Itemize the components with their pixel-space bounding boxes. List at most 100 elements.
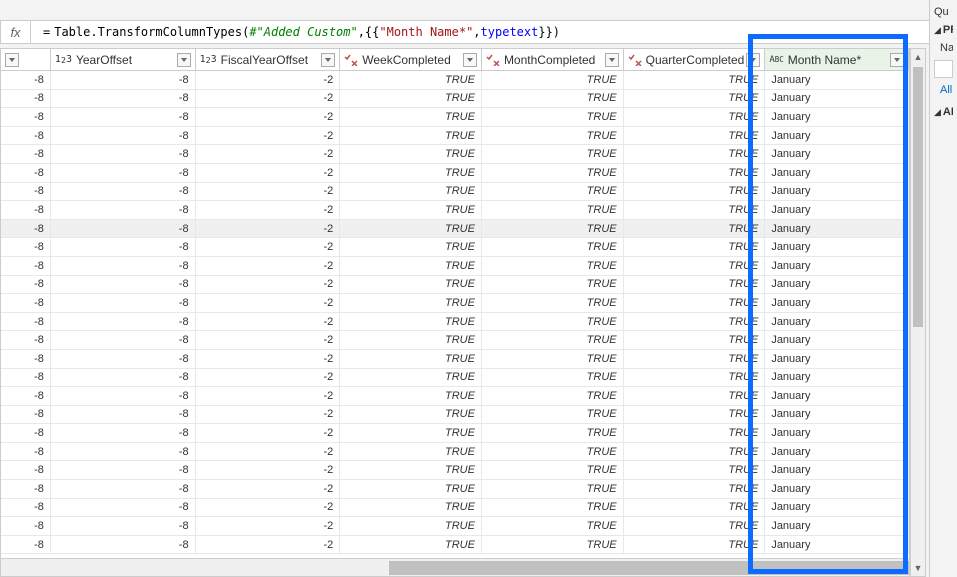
- number-type-icon: 123: [200, 54, 217, 65]
- table-row[interactable]: -8-8-2TRUETRUETRUEJanuary: [1, 350, 909, 369]
- table-row[interactable]: -8-8-2TRUETRUETRUEJanuary: [1, 276, 909, 295]
- cell: -8: [51, 108, 196, 126]
- queries-label: Qu: [934, 6, 953, 18]
- column-label: WeekCompleted: [362, 53, 463, 67]
- all-properties-link[interactable]: All: [934, 84, 953, 96]
- cell: -2: [196, 499, 341, 517]
- table-row[interactable]: -8-8-2TRUETRUETRUEJanuary: [1, 406, 909, 425]
- formula-end: }}): [538, 25, 560, 39]
- cell: -2: [196, 406, 341, 424]
- table-row[interactable]: -8-8-2TRUETRUETRUEJanuary: [1, 238, 909, 257]
- cell: -8: [51, 183, 196, 201]
- cell: TRUE: [624, 424, 766, 442]
- cell: -8: [1, 499, 51, 517]
- horizontal-scrollbar[interactable]: [1, 558, 909, 576]
- data-rows-area[interactable]: -8-8-2TRUETRUETRUEJanuary-8-8-2TRUETRUET…: [1, 71, 909, 558]
- vertical-scrollbar[interactable]: ▲ ▼: [910, 48, 926, 577]
- horizontal-scroll-thumb[interactable]: [389, 561, 909, 575]
- table-row[interactable]: -8-8-2TRUETRUETRUEJanuary: [1, 127, 909, 146]
- formula-input[interactable]: = Table.TransformColumnTypes( #"Added Cu…: [31, 21, 956, 43]
- cell: TRUE: [340, 443, 482, 461]
- table-row[interactable]: -8-8-2TRUETRUETRUEJanuary: [1, 220, 909, 239]
- table-row[interactable]: -8-8-2TRUETRUETRUEJanuary: [1, 536, 909, 555]
- table-row[interactable]: -8-8-2TRUETRUETRUEJanuary: [1, 461, 909, 480]
- column-header-monthname[interactable]: ABCMonth Name*: [765, 49, 909, 70]
- column-header-stub[interactable]: [1, 49, 51, 70]
- column-header-weekcompleted[interactable]: WeekCompleted: [340, 49, 482, 70]
- cell: TRUE: [340, 499, 482, 517]
- cell: January: [765, 183, 909, 201]
- scroll-down-icon[interactable]: ▼: [911, 560, 925, 576]
- cell: -8: [1, 108, 51, 126]
- cell: -2: [196, 276, 341, 294]
- cell: TRUE: [624, 127, 766, 145]
- cell: -2: [196, 443, 341, 461]
- cell: TRUE: [482, 369, 624, 387]
- applied-steps-section[interactable]: ◢AP: [934, 106, 953, 118]
- cell: TRUE: [624, 461, 766, 479]
- table-row[interactable]: -8-8-2TRUETRUETRUEJanuary: [1, 164, 909, 183]
- column-filter-button[interactable]: [463, 53, 477, 67]
- formula-sep: ,{{: [358, 25, 380, 39]
- column-filter-button[interactable]: [177, 53, 191, 67]
- column-filter-button[interactable]: [321, 53, 335, 67]
- column-header-yearoffset[interactable]: 123YearOffset: [51, 49, 196, 70]
- number-type-icon: 123: [55, 54, 72, 65]
- column-filter-button[interactable]: [5, 53, 19, 67]
- cell: -8: [1, 90, 51, 108]
- table-row[interactable]: -8-8-2TRUETRUETRUEJanuary: [1, 257, 909, 276]
- cell: TRUE: [482, 201, 624, 219]
- fx-icon[interactable]: fx: [1, 21, 31, 43]
- name-input[interactable]: [934, 60, 953, 78]
- cell: TRUE: [340, 461, 482, 479]
- table-row[interactable]: -8-8-2TRUETRUETRUEJanuary: [1, 71, 909, 90]
- table-row[interactable]: -8-8-2TRUETRUETRUEJanuary: [1, 145, 909, 164]
- column-header-fiscalyearoffset[interactable]: 123FiscalYearOffset: [196, 49, 341, 70]
- cell: -8: [51, 220, 196, 238]
- cell: TRUE: [482, 331, 624, 349]
- cell: -8: [1, 424, 51, 442]
- cell: -8: [51, 201, 196, 219]
- vertical-scroll-thumb[interactable]: [913, 67, 923, 327]
- table-row[interactable]: -8-8-2TRUETRUETRUEJanuary: [1, 183, 909, 202]
- table-row[interactable]: -8-8-2TRUETRUETRUEJanuary: [1, 108, 909, 127]
- cell: January: [765, 480, 909, 498]
- column-header-row: 123YearOffset123FiscalYearOffset WeekComp…: [1, 49, 909, 71]
- cell: -8: [1, 238, 51, 256]
- cell: TRUE: [482, 276, 624, 294]
- cell: TRUE: [624, 406, 766, 424]
- table-row[interactable]: -8-8-2TRUETRUETRUEJanuary: [1, 90, 909, 109]
- table-row[interactable]: -8-8-2TRUETRUETRUEJanuary: [1, 294, 909, 313]
- formula-keyword-text: text: [509, 25, 538, 39]
- cell: -8: [1, 369, 51, 387]
- column-header-monthcompleted[interactable]: MonthCompleted: [482, 49, 624, 70]
- column-filter-button[interactable]: [605, 53, 619, 67]
- cell: January: [765, 406, 909, 424]
- table-row[interactable]: -8-8-2TRUETRUETRUEJanuary: [1, 313, 909, 332]
- cell: TRUE: [482, 220, 624, 238]
- column-filter-button[interactable]: [890, 53, 904, 67]
- column-filter-button[interactable]: [746, 53, 760, 67]
- column-label: MonthCompleted: [504, 53, 605, 67]
- table-row[interactable]: -8-8-2TRUETRUETRUEJanuary: [1, 480, 909, 499]
- table-row[interactable]: -8-8-2TRUETRUETRUEJanuary: [1, 443, 909, 462]
- table-row[interactable]: -8-8-2TRUETRUETRUEJanuary: [1, 387, 909, 406]
- cell: TRUE: [340, 313, 482, 331]
- properties-section[interactable]: ◢PR: [934, 24, 953, 36]
- cell: -8: [1, 201, 51, 219]
- table-row[interactable]: -8-8-2TRUETRUETRUEJanuary: [1, 201, 909, 220]
- cell: -2: [196, 238, 341, 256]
- cell: -2: [196, 164, 341, 182]
- column-header-quartercompleted[interactable]: QuarterCompleted: [624, 49, 766, 70]
- table-row[interactable]: -8-8-2TRUETRUETRUEJanuary: [1, 369, 909, 388]
- cell: TRUE: [482, 108, 624, 126]
- cell: TRUE: [482, 536, 624, 554]
- column-label: QuarterCompleted: [646, 53, 747, 67]
- table-row[interactable]: -8-8-2TRUETRUETRUEJanuary: [1, 424, 909, 443]
- table-row[interactable]: -8-8-2TRUETRUETRUEJanuary: [1, 517, 909, 536]
- table-row[interactable]: -8-8-2TRUETRUETRUEJanuary: [1, 499, 909, 518]
- cell: January: [765, 164, 909, 182]
- scroll-up-icon[interactable]: ▲: [911, 49, 925, 65]
- table-row[interactable]: -8-8-2TRUETRUETRUEJanuary: [1, 331, 909, 350]
- cell: TRUE: [340, 201, 482, 219]
